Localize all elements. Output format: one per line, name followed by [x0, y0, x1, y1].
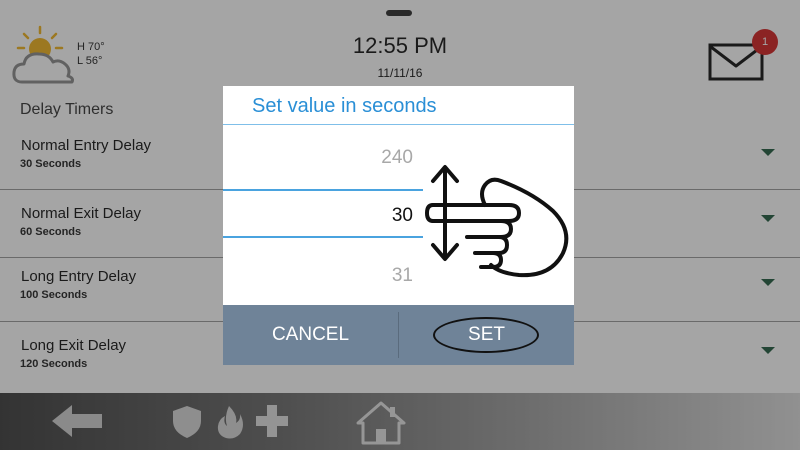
dialog-title-divider	[223, 124, 574, 125]
picker-selection-line-top	[223, 189, 423, 191]
set-button-label: SET	[468, 324, 505, 345]
picker-value-below[interactable]: 31	[323, 265, 413, 287]
swipe-gesture-icon	[425, 165, 569, 278]
dialog-title: Set value in seconds	[252, 95, 437, 117]
set-value-dialog: Set value in seconds 240 30 31 CANCEL SE…	[223, 86, 574, 365]
dialog-action-bar: CANCEL SET	[223, 305, 574, 365]
picker-value-selected[interactable]: 30	[323, 205, 413, 227]
picker-value-above[interactable]: 240	[323, 147, 413, 169]
set-button[interactable]: SET	[399, 305, 574, 365]
picker-selection-line-bottom	[223, 236, 423, 238]
cancel-button[interactable]: CANCEL	[223, 305, 398, 365]
